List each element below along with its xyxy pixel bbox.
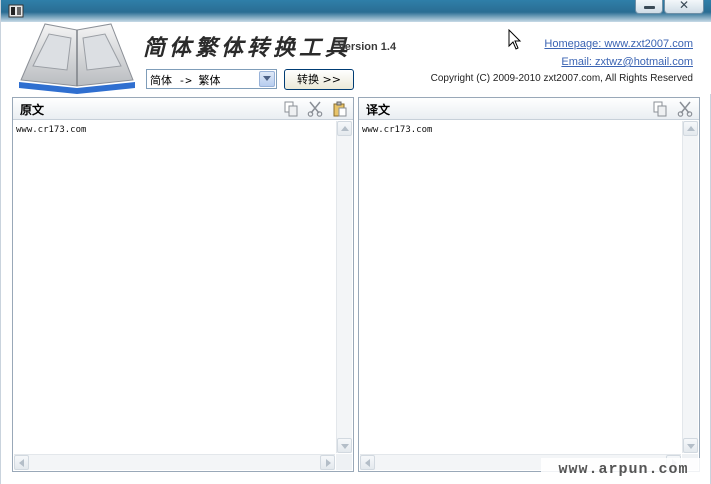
- app-title: 简体繁体转换工具: [143, 35, 352, 61]
- scroll-corner: [336, 454, 352, 470]
- copy-icon[interactable]: [652, 101, 668, 117]
- cut-icon[interactable]: [307, 101, 323, 117]
- source-panel-title: 原文: [20, 103, 45, 117]
- homepage-link[interactable]: Homepage: www.zxt2007.com: [544, 38, 693, 50]
- source-text-area[interactable]: www.cr173.com: [14, 121, 335, 453]
- header: 简体繁体转换工具 Version 1.4 简体 -> 繁体 转换 >> Home…: [1, 22, 711, 94]
- target-text-area[interactable]: www.cr173.com: [360, 121, 681, 453]
- email-link[interactable]: Email: zxtwz@hotmail.com: [561, 56, 693, 68]
- target-panel-title: 译文: [366, 103, 391, 117]
- scroll-down-icon[interactable]: [337, 438, 352, 453]
- close-icon: ✕: [678, 0, 690, 12]
- source-panel-header: 原文: [13, 98, 353, 120]
- chevron-down-icon[interactable]: [259, 71, 275, 87]
- scroll-up-icon[interactable]: [683, 121, 698, 136]
- cut-icon[interactable]: [677, 101, 693, 117]
- scroll-left-icon[interactable]: [360, 455, 375, 470]
- minimize-button[interactable]: [635, 0, 663, 14]
- app-icon[interactable]: [7, 2, 25, 20]
- scroll-left-icon[interactable]: [14, 455, 29, 470]
- source-horizontal-scrollbar[interactable]: [14, 454, 335, 470]
- mouse-cursor-icon: [508, 29, 522, 50]
- convert-button[interactable]: 转换 >>: [284, 69, 354, 90]
- copyright-text: Copyright (C) 2009-2010 zxt2007.com, All…: [430, 73, 693, 84]
- scroll-down-icon[interactable]: [683, 438, 698, 453]
- source-vertical-scrollbar[interactable]: [336, 121, 352, 453]
- watermark-text: www.arpun.com: [541, 458, 706, 482]
- book-logo-icon: [19, 23, 135, 94]
- target-panel: 译文 www.cr173.com: [358, 97, 700, 472]
- conversion-mode-value: 简体 -> 繁体: [150, 74, 221, 87]
- target-vertical-scrollbar[interactable]: [682, 121, 698, 453]
- conversion-mode-select[interactable]: 简体 -> 繁体: [146, 69, 277, 89]
- minimize-icon: [644, 6, 655, 9]
- title-bar[interactable]: ✕: [1, 0, 711, 22]
- app-version: Version 1.4: [338, 41, 397, 53]
- target-text-content: www.cr173.com: [362, 125, 433, 135]
- app-window: ✕ 简体繁体转换工具 Version 1.4 简体 -> 繁体 转换 >> Ho…: [0, 0, 711, 484]
- copy-icon[interactable]: [283, 101, 299, 117]
- source-text-content: www.cr173.com: [16, 125, 87, 135]
- source-panel: 原文 www.cr173.com: [12, 97, 354, 472]
- scroll-right-icon[interactable]: [320, 455, 335, 470]
- close-button[interactable]: ✕: [664, 0, 704, 14]
- paste-icon[interactable]: [332, 101, 348, 117]
- scroll-up-icon[interactable]: [337, 121, 352, 136]
- target-panel-header: 译文: [359, 98, 699, 120]
